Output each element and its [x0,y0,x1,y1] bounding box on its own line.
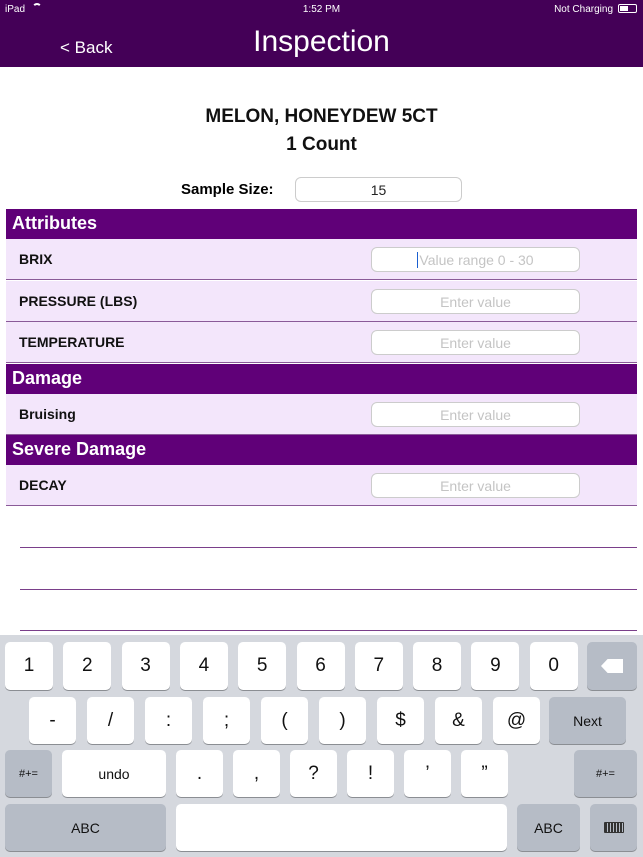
battery-status: Not Charging [554,4,613,15]
brix-input[interactable]: Value range 0 - 30 [371,247,580,272]
key-punctuation[interactable]: ? [290,750,337,797]
damage-row-decay: DECAY Enter value [6,465,637,506]
key-symbol[interactable]: @ [493,697,540,744]
row-label: PRESSURE (LBS) [19,293,138,309]
pressure-input[interactable]: Enter value [371,289,580,314]
undo-key[interactable]: undo [62,750,166,797]
space-key[interactable] [176,804,507,851]
keyboard-hide-icon [603,822,624,833]
row-label: TEMPERATURE [19,334,125,350]
key-punctuation[interactable]: ! [347,750,394,797]
page-title: Inspection [253,25,390,58]
attribute-row-brix: BRIX Value range 0 - 30 [6,239,637,280]
key-punctuation[interactable]: . [176,750,223,797]
product-name: MELON, HONEYDEW 5CT [205,106,438,127]
decay-input[interactable]: Enter value [371,473,580,498]
key-3[interactable]: 3 [121,642,170,690]
key-5[interactable]: 5 [238,642,287,690]
section-header-damage: Damage [6,364,637,394]
key-9[interactable]: 9 [471,642,520,690]
key-1[interactable]: 1 [5,642,53,690]
bruising-input[interactable]: Enter value [371,402,580,427]
row-label: Bruising [19,406,76,422]
clock: 1:52 PM [302,4,341,15]
key-7[interactable]: 7 [354,642,403,690]
temperature-input[interactable]: Enter value [371,330,580,355]
key-punctuation[interactable]: ’ [404,750,451,797]
divider [20,630,637,631]
battery-icon [618,4,637,13]
key-6[interactable]: 6 [296,642,345,690]
key-symbol[interactable]: ) [319,697,366,744]
section-header-attributes: Attributes [6,209,637,239]
key-2[interactable]: 2 [63,642,112,690]
key-symbol[interactable]: ; [203,697,250,744]
row-label: BRIX [19,251,53,267]
key-symbol[interactable]: / [87,697,134,744]
abc-key-left[interactable]: ABC [5,804,166,851]
sample-size-input[interactable]: 15 [295,177,462,202]
symbols-key-right[interactable]: #+= [574,750,637,797]
backspace-icon [601,659,623,673]
key-symbol[interactable]: $ [377,697,424,744]
product-count: 1 Count [286,134,357,155]
abc-key-right[interactable]: ABC [517,804,580,851]
sample-size-label: Sample Size: [181,181,274,198]
attribute-row-pressure: PRESSURE (LBS) Enter value [6,281,637,322]
brix-placeholder: Value range 0 - 30 [417,252,534,268]
key-symbol[interactable]: ( [261,697,308,744]
key-symbol[interactable]: & [435,697,482,744]
divider [20,547,637,548]
key-punctuation[interactable]: ” [461,750,508,797]
row-label: DECAY [19,477,67,493]
key-punctuation[interactable]: , [233,750,280,797]
symbols-key-left[interactable]: #+= [5,750,52,797]
attribute-row-temperature: TEMPERATURE Enter value [6,322,637,363]
delete-key[interactable] [587,642,637,690]
hide-keyboard-key[interactable] [590,804,637,851]
key-symbol[interactable]: : [145,697,192,744]
next-key[interactable]: Next [549,697,626,744]
section-header-severe-damage: Severe Damage [6,435,637,465]
key-symbol[interactable]: - [29,697,76,744]
damage-row-bruising: Bruising Enter value [6,394,637,435]
key-4[interactable]: 4 [179,642,228,690]
divider [20,589,637,590]
key-8[interactable]: 8 [413,642,462,690]
keyboard: 1 2 3 4 5 6 7 8 9 0- /:;() $ & @ Next #+= undo.,?!’” #+= A… [0,635,643,857]
key-0[interactable]: 0 [529,642,578,690]
navigation-bar: iPad 1:52 PM Not Charging < Back Inspect… [0,0,643,67]
